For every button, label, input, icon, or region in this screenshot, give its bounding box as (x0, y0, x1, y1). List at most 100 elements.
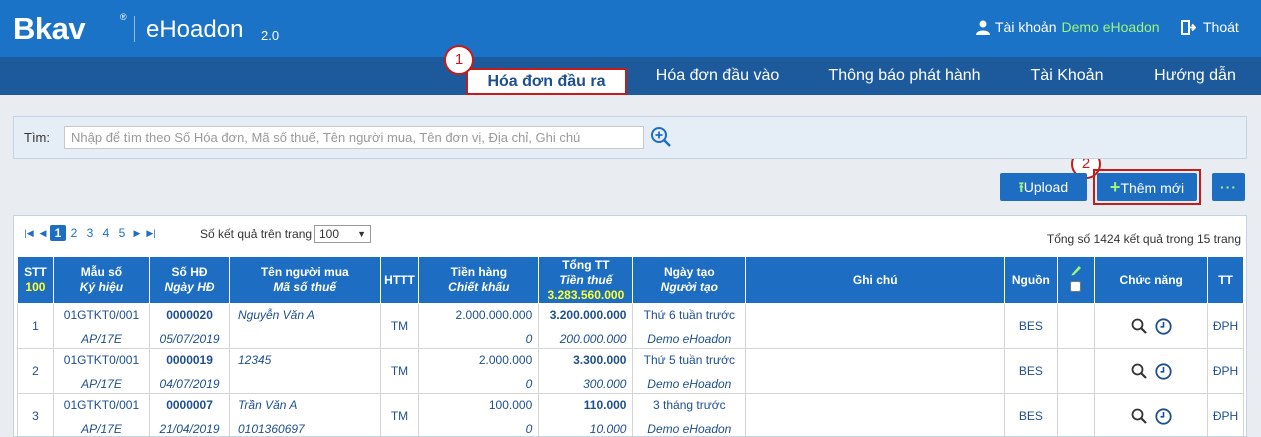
col-chuc-nang: Chức năng (1094, 256, 1209, 304)
tab-thong-bao-phat-hanh[interactable]: Thông báo phát hành (812, 57, 997, 95)
prev-page-icon[interactable]: ◀ (36, 225, 50, 241)
page-1[interactable]: 1 (50, 225, 66, 241)
cell-select (1056, 303, 1096, 349)
history-icon[interactable] (1155, 362, 1172, 380)
table-row[interactable]: 1 01GTKT0/001 AP/17E 0000020 05/07/2019 Nguyễ… (17, 303, 1244, 349)
account-link[interactable]: Tài khoản Demo eHoadon (976, 19, 1160, 35)
page-5[interactable]: 5 (114, 225, 130, 241)
cell-mau-so: 01GTKT0/001 AP/17E (52, 393, 151, 437)
cell-tong-tt: 3.300.000 300.000 (538, 348, 634, 394)
cell-httt: TM (379, 348, 420, 394)
callout-1: 1 (444, 45, 474, 75)
col-httt: HTTT (379, 256, 420, 304)
invoice-grid: |◀ ◀ 1 2 3 4 5 ▶ ▶| Số kết quả trên tran… (13, 215, 1247, 437)
search-label: Tìm: (24, 130, 50, 145)
chevron-down-icon: ▼ (357, 229, 366, 239)
ten-nguoi-mua: Nguyễn Văn A (237, 307, 315, 322)
registered-mark: ® (120, 12, 127, 22)
col-mau-so: Mẫu số Ký hiệu (52, 256, 151, 304)
history-icon[interactable] (1155, 317, 1172, 335)
tab-tai-khoan[interactable]: Tài Khoản (1014, 57, 1120, 95)
table-row[interactable]: 3 01GTKT0/001 AP/17E 0000007 21/04/2019 Trần … (17, 393, 1244, 437)
so-hd[interactable]: 0000007 (152, 398, 227, 412)
ngay-tao: Thứ 5 tuần trước (643, 352, 735, 367)
cell-select (1056, 393, 1096, 437)
ky-hieu: AP/17E (81, 331, 122, 346)
cell-httt: TM (379, 393, 420, 437)
search-icon[interactable] (650, 126, 672, 148)
cell-ten-nguoi-mua: Trần Văn A 0101360697 (228, 393, 381, 437)
per-page-select[interactable]: 100 ▼ (314, 225, 371, 243)
account-user-name: Demo eHoadon (1061, 19, 1160, 35)
tien-hang: 100.000 (488, 397, 533, 412)
page-4[interactable]: 4 (98, 225, 114, 241)
nguoi-tao: Demo eHoadon (647, 421, 732, 436)
cell-tt: ĐPH (1207, 393, 1244, 437)
ngay-hd: 05/07/2019 (159, 331, 220, 346)
tab-huong-dan[interactable]: Hướng dẫn (1140, 57, 1250, 95)
cell-select (1056, 348, 1096, 394)
cell-nguon: BES (1004, 348, 1058, 394)
page-3[interactable]: 3 (82, 225, 98, 241)
col-ngay-tao: Ngày tạo Người tạo (632, 256, 747, 304)
cell-so-hd: 0000007 21/04/2019 (149, 393, 230, 437)
add-new-button[interactable]: +Thêm mới (1097, 173, 1197, 201)
ngay-tao: 3 tháng trước (653, 397, 726, 412)
ten-nguoi-mua: 12345 (237, 352, 272, 367)
top-bar: Bkav ® eHoadon 2.0 Tài khoản Demo eHoado… (0, 0, 1261, 57)
upload-button[interactable]: ⭱Upload (1000, 173, 1087, 201)
cell-ngay-tao: 3 tháng trước Demo eHoadon (632, 393, 747, 437)
cell-so-hd: 0000020 05/07/2019 (149, 303, 230, 349)
history-icon[interactable] (1155, 407, 1172, 425)
chiet-khau: 0 (525, 331, 533, 346)
tien-hang: 2.000.000 (478, 352, 533, 367)
tien-thue: 10.000 (589, 421, 627, 436)
first-page-icon[interactable]: |◀ (22, 225, 36, 241)
search-panel: Tìm: (13, 116, 1247, 159)
cell-chuc-nang (1094, 348, 1209, 394)
tong-tt: 3.200.000.000 (549, 307, 627, 322)
mau-so: 01GTKT0/001 (63, 307, 140, 322)
cell-ngay-tao: Thứ 5 tuần trước Demo eHoadon (632, 348, 747, 394)
chiet-khau: 0 (525, 376, 533, 391)
app-name: eHoadon (146, 16, 244, 43)
cell-nguon: BES (1004, 393, 1058, 437)
col-ghi-chu: Ghi chú (745, 256, 1006, 304)
table-row[interactable]: 2 01GTKT0/001 AP/17E 0000019 04/07/2019 12345… (17, 348, 1244, 394)
add-new-label: Thêm mới (1120, 180, 1185, 196)
cell-so-hd: 0000019 04/07/2019 (149, 348, 230, 394)
view-icon[interactable] (1131, 318, 1147, 334)
tab-hoa-don-dau-ra[interactable]: Hóa đơn đầu ra (466, 68, 627, 95)
last-page-icon[interactable]: ▶| (144, 225, 158, 241)
cell-ten-nguoi-mua: Nguyễn Văn A (228, 303, 381, 349)
logout-link[interactable]: Thoát (1181, 19, 1239, 35)
page-2[interactable]: 2 (66, 225, 82, 241)
cell-ghi-chu (745, 348, 1006, 394)
cell-ghi-chu (745, 393, 1006, 437)
ten-nguoi-mua: Trần Văn A (237, 397, 298, 412)
col-tt: TT (1207, 256, 1244, 304)
more-button[interactable]: ··· (1212, 173, 1245, 201)
ngay-hd: 21/04/2019 (159, 421, 220, 436)
ngay-tao: Thứ 6 tuần trước (643, 307, 735, 322)
logout-icon (1181, 19, 1196, 35)
search-input[interactable] (64, 126, 644, 149)
next-page-icon[interactable]: ▶ (130, 225, 144, 241)
view-icon[interactable] (1131, 408, 1147, 424)
view-icon[interactable] (1131, 363, 1147, 379)
col-tong-tt: Tổng TT Tiền thuế 3.283.560.000 (538, 256, 634, 304)
cell-tien-hang: 2.000.000 0 (418, 348, 540, 394)
so-hd[interactable]: 0000020 (152, 308, 227, 322)
cell-tong-tt: 110.000 10.000 (538, 393, 634, 437)
tab-hoa-don-dau-vao[interactable]: Hóa đơn đầu vào (640, 57, 795, 95)
per-page-value: 100 (319, 227, 340, 241)
cell-stt: 2 (17, 348, 54, 394)
cell-chuc-nang (1094, 303, 1209, 349)
select-all-checkbox[interactable] (1070, 281, 1082, 292)
ky-hieu: AP/17E (81, 376, 122, 391)
cell-chuc-nang (1094, 393, 1209, 437)
cell-tien-hang: 100.000 0 (418, 393, 540, 437)
per-page-label: Số kết quả trên trang (200, 227, 313, 241)
col-so-hd: Số HĐ Ngày HĐ (149, 256, 230, 304)
so-hd[interactable]: 0000019 (152, 353, 227, 367)
